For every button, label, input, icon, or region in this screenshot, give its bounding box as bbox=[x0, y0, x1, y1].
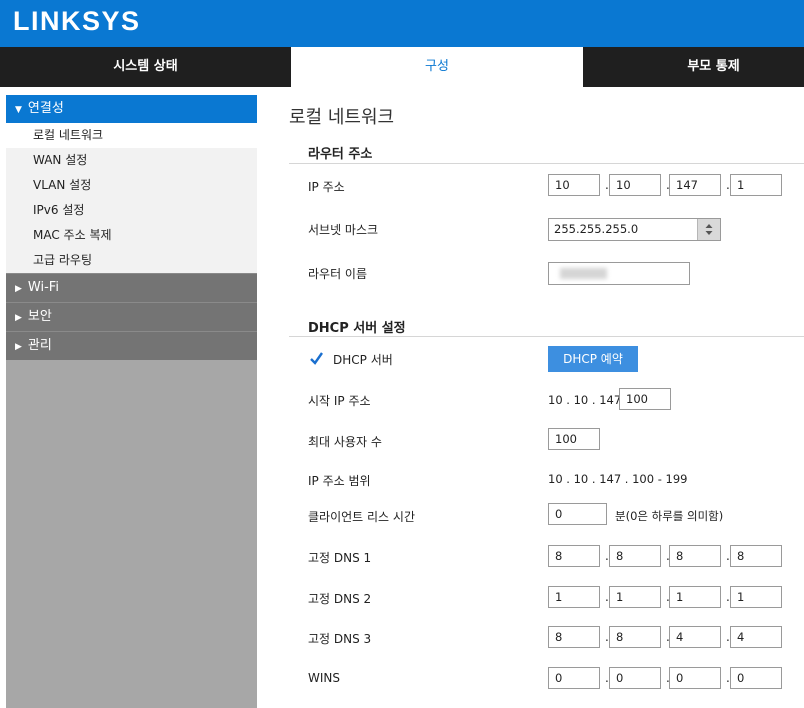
dhcp-server-checkbox[interactable] bbox=[309, 351, 324, 366]
start-ip-input[interactable]: 100 bbox=[619, 388, 671, 410]
main-tabs: 시스템 상태 구성 부모 통제 bbox=[0, 47, 804, 87]
dns3-octet-2[interactable]: 8 bbox=[609, 626, 661, 648]
sidebar-group-label: 보안 bbox=[27, 309, 52, 324]
sidebar-sub-list: 로컬 네트워크 WAN 설정 VLAN 설정 IPv6 설정 MAC 주소 복제… bbox=[6, 123, 257, 273]
dhcp-server-label: DHCP 서버 bbox=[333, 353, 393, 367]
section-title-router: 라우터 주소 bbox=[308, 147, 373, 162]
router-ip-octet-1[interactable]: 10 bbox=[548, 174, 600, 196]
start-ip-prefix: 10 . 10 . 147 . bbox=[548, 393, 629, 407]
redacted-value bbox=[560, 268, 607, 279]
ip-address-label: IP 주소 bbox=[308, 180, 345, 194]
dns2-octet-4[interactable]: 1 bbox=[730, 586, 782, 608]
dns1-octet-2[interactable]: 8 bbox=[609, 545, 661, 567]
dns3-octet-1[interactable]: 8 bbox=[548, 626, 600, 648]
page-title: 로컬 네트워크 bbox=[289, 107, 395, 128]
tab-parental-control[interactable]: 부모 통제 bbox=[583, 47, 804, 87]
caret-down-icon: ▼ bbox=[15, 105, 22, 115]
lease-time-label: 클라이언트 리스 시간 bbox=[308, 510, 415, 524]
caret-right-icon: ▶ bbox=[15, 342, 22, 352]
caret-right-icon: ▶ bbox=[15, 313, 22, 323]
router-ip-octet-4[interactable]: 1 bbox=[730, 174, 782, 196]
wins-octet-2[interactable]: 0 bbox=[609, 667, 661, 689]
start-ip-label: 시작 IP 주소 bbox=[308, 394, 371, 408]
section-divider bbox=[289, 336, 804, 337]
dns1-octet-1[interactable]: 8 bbox=[548, 545, 600, 567]
ip-range-value: 10 . 10 . 147 . 100 - 199 bbox=[548, 472, 688, 486]
wins-octet-3[interactable]: 0 bbox=[669, 667, 721, 689]
subnet-mask-value: 255.255.255.0 bbox=[554, 222, 639, 236]
section-title-dhcp: DHCP 서버 설정 bbox=[308, 321, 406, 336]
dns1-label: 고정 DNS 1 bbox=[308, 551, 372, 565]
dhcp-reservation-button[interactable]: DHCP 예약 bbox=[548, 346, 638, 372]
tab-configuration[interactable]: 구성 bbox=[291, 47, 583, 87]
dns1-octet-4[interactable]: 8 bbox=[730, 545, 782, 567]
subnet-mask-select[interactable]: 255.255.255.0 bbox=[548, 218, 721, 241]
sidebar-item-ipv6[interactable]: IPv6 설정 bbox=[6, 198, 257, 223]
dns2-octet-2[interactable]: 1 bbox=[609, 586, 661, 608]
header-bar: LINKSYS bbox=[0, 0, 804, 47]
dns2-octet-1[interactable]: 1 bbox=[548, 586, 600, 608]
dns3-label: 고정 DNS 3 bbox=[308, 632, 372, 646]
caret-right-icon: ▶ bbox=[15, 284, 22, 294]
sidebar-item-vlan[interactable]: VLAN 설정 bbox=[6, 173, 257, 198]
lease-time-unit: 분(0은 하루를 의미함) bbox=[615, 509, 724, 523]
router-name-label: 라우터 이름 bbox=[308, 267, 368, 281]
sidebar-item-advanced-routing[interactable]: 고급 라우팅 bbox=[6, 248, 257, 273]
sidebar-item-wan[interactable]: WAN 설정 bbox=[6, 148, 257, 173]
ip-range-label: IP 주소 범위 bbox=[308, 474, 371, 488]
subnet-mask-label: 서브넷 마스크 bbox=[308, 223, 379, 237]
linksys-logo: LINKSYS bbox=[13, 6, 141, 36]
select-updown-icon bbox=[697, 219, 720, 240]
max-users-input[interactable]: 100 bbox=[548, 428, 600, 450]
dns2-octet-3[interactable]: 1 bbox=[669, 586, 721, 608]
sidebar: ▼ 연결성 로컬 네트워크 WAN 설정 VLAN 설정 IPv6 설정 MAC … bbox=[6, 95, 257, 708]
sidebar-item-local-network[interactable]: 로컬 네트워크 bbox=[6, 123, 257, 148]
router-ip-octet-2[interactable]: 10 bbox=[609, 174, 661, 196]
sidebar-group-label: Wi-Fi bbox=[27, 280, 59, 295]
sidebar-item-mac-clone[interactable]: MAC 주소 복제 bbox=[6, 223, 257, 248]
sidebar-group-label: 관리 bbox=[27, 338, 52, 353]
tab-system-status[interactable]: 시스템 상태 bbox=[0, 47, 291, 87]
section-divider bbox=[289, 163, 804, 164]
dns2-label: 고정 DNS 2 bbox=[308, 592, 372, 606]
wins-label: WINS bbox=[308, 671, 340, 685]
sidebar-section-label: 연결성 bbox=[27, 101, 64, 116]
sidebar-group-security[interactable]: ▶ 보안 bbox=[6, 302, 257, 331]
sidebar-section-connectivity[interactable]: ▼ 연결성 bbox=[6, 95, 257, 123]
wins-octet-1[interactable]: 0 bbox=[548, 667, 600, 689]
router-ip-octet-3[interactable]: 147 bbox=[669, 174, 721, 196]
max-users-label: 최대 사용자 수 bbox=[308, 435, 382, 449]
lease-time-input[interactable]: 0 bbox=[548, 503, 607, 525]
router-name-input[interactable] bbox=[548, 262, 690, 285]
dns3-octet-4[interactable]: 4 bbox=[730, 626, 782, 648]
dns1-octet-3[interactable]: 8 bbox=[669, 545, 721, 567]
sidebar-group-admin[interactable]: ▶ 관리 bbox=[6, 331, 257, 360]
sidebar-group-wifi[interactable]: ▶ Wi-Fi bbox=[6, 273, 257, 302]
dns3-octet-3[interactable]: 4 bbox=[669, 626, 721, 648]
wins-octet-4[interactable]: 0 bbox=[730, 667, 782, 689]
